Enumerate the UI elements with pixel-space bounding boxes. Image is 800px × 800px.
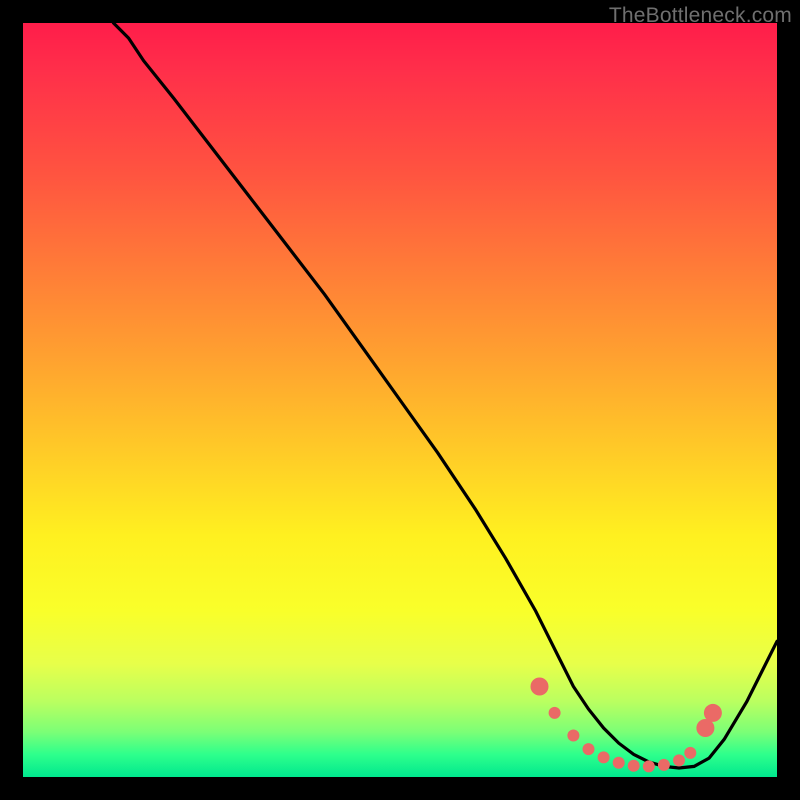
- curve-marker: [567, 730, 579, 742]
- plot-area: [23, 23, 777, 777]
- curve-marker: [643, 760, 655, 772]
- curve-marker: [704, 704, 722, 722]
- curve-marker: [658, 759, 670, 771]
- curve-marker: [613, 757, 625, 769]
- curve-marker: [583, 743, 595, 755]
- curve-marker: [549, 707, 561, 719]
- curve-marker: [628, 760, 640, 772]
- bottleneck-curve: [114, 23, 778, 768]
- curve-svg: [23, 23, 777, 777]
- curve-marker: [684, 747, 696, 759]
- curve-marker: [531, 678, 549, 696]
- marker-group: [531, 678, 722, 773]
- curve-marker: [673, 754, 685, 766]
- watermark-text: TheBottleneck.com: [609, 4, 792, 28]
- chart-frame: TheBottleneck.com: [0, 0, 800, 800]
- curve-marker: [598, 751, 610, 763]
